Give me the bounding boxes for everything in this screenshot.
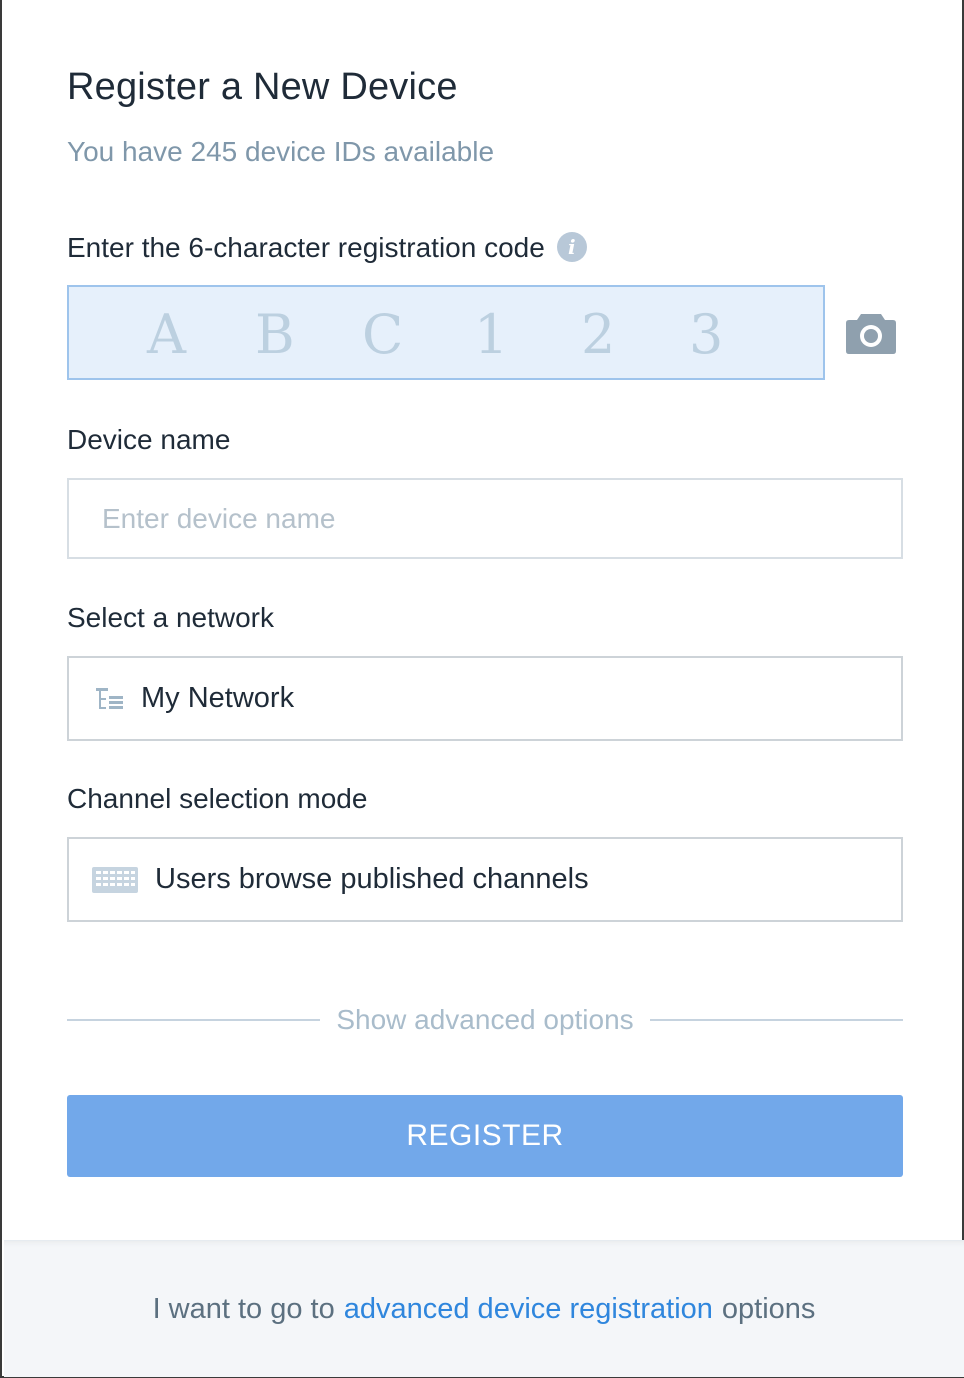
network-select-value: My Network (141, 682, 295, 714)
channel-mode-select[interactable]: Users browse published channels (67, 837, 903, 922)
footer-advanced-registration: I want to go to advanced device registra… (4, 1240, 964, 1377)
registration-code-input[interactable]: A B C 1 2 3 (67, 285, 825, 380)
page-title: Register a New Device (67, 66, 458, 108)
show-advanced-options-toggle[interactable]: Show advanced options (320, 1004, 649, 1036)
info-icon[interactable]: i (556, 231, 587, 262)
camera-icon[interactable] (845, 310, 897, 354)
divider-line-left (67, 1019, 321, 1021)
registration-code-label-text: Enter the 6-character registration code (67, 232, 545, 263)
channel-mode-select-value: Users browse published channels (155, 863, 589, 895)
register-button[interactable]: REGISTER (67, 1095, 903, 1177)
network-label: Select a network (67, 602, 274, 633)
advanced-options-divider: Show advanced options (67, 1000, 904, 1040)
network-tree-icon (96, 687, 123, 709)
register-device-panel: Register a New Device You have 245 devic… (0, 0, 964, 1378)
device-name-label: Device name (67, 424, 231, 455)
advanced-registration-link[interactable]: advanced device registration (344, 1293, 713, 1326)
channel-mode-label: Channel selection mode (67, 783, 368, 814)
keyboard-grid-icon (92, 866, 138, 893)
code-placeholder-char: 2 (581, 303, 616, 366)
registration-code-label: Enter the 6-character registration code i (67, 231, 587, 265)
code-placeholder-char: A (147, 303, 186, 366)
network-select[interactable]: My Network (67, 656, 903, 741)
code-placeholder-char: 1 (474, 303, 509, 366)
code-placeholder-char: B (255, 303, 295, 366)
code-placeholder-char: 3 (689, 303, 724, 366)
device-name-field-wrapper (67, 478, 903, 559)
device-name-input[interactable] (69, 501, 901, 536)
footer-suffix-text: options (721, 1292, 816, 1325)
device-ids-available: You have 245 device IDs available (67, 136, 495, 167)
footer-prefix-text: I want to go to (152, 1292, 335, 1325)
code-placeholder-char: C (362, 303, 404, 366)
divider-line-right (649, 1019, 904, 1021)
